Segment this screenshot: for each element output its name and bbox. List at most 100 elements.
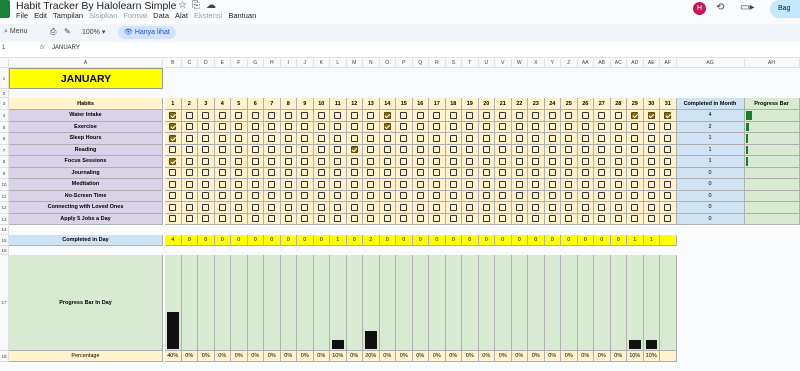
checkbox-unchecked[interactable] bbox=[235, 203, 243, 211]
checkbox-unchecked[interactable] bbox=[449, 180, 457, 188]
checkbox-unchecked[interactable] bbox=[598, 157, 606, 165]
checkbox-unchecked[interactable] bbox=[515, 215, 523, 223]
checkbox-unchecked[interactable] bbox=[532, 192, 540, 200]
checkbox-unchecked[interactable] bbox=[499, 134, 507, 142]
menu-item-sisipkan[interactable]: Sisipkan bbox=[89, 11, 117, 20]
checkbox-unchecked[interactable] bbox=[367, 134, 375, 142]
checkbox-unchecked[interactable] bbox=[383, 134, 391, 142]
move-folder-icon[interactable]: ⎘ bbox=[192, 0, 200, 11]
checkbox-unchecked[interactable] bbox=[482, 203, 490, 211]
view-only-button[interactable]: 👁 Hanya lihat bbox=[118, 26, 176, 39]
checkbox-unchecked[interactable] bbox=[565, 111, 573, 119]
checkbox-unchecked[interactable] bbox=[251, 111, 259, 119]
checkbox-unchecked[interactable] bbox=[185, 111, 193, 119]
checkbox-unchecked[interactable] bbox=[367, 215, 375, 223]
checkbox-unchecked[interactable] bbox=[301, 157, 309, 165]
checkbox-unchecked[interactable] bbox=[664, 215, 672, 223]
checkbox-unchecked[interactable] bbox=[433, 169, 441, 177]
checkbox-unchecked[interactable] bbox=[631, 157, 639, 165]
menu-item-file[interactable]: File bbox=[16, 11, 28, 20]
checkbox-unchecked[interactable] bbox=[202, 169, 210, 177]
checkbox-unchecked[interactable] bbox=[218, 215, 226, 223]
checkbox-unchecked[interactable] bbox=[301, 180, 309, 188]
checkbox-unchecked[interactable] bbox=[466, 146, 474, 154]
checkbox-checked[interactable] bbox=[631, 111, 639, 119]
column-header[interactable]: M bbox=[346, 59, 363, 68]
checkbox-unchecked[interactable] bbox=[499, 123, 507, 131]
checkbox-unchecked[interactable] bbox=[416, 157, 424, 165]
checkbox-checked[interactable] bbox=[383, 123, 391, 131]
checkbox-unchecked[interactable] bbox=[334, 157, 342, 165]
checkbox-unchecked[interactable] bbox=[482, 134, 490, 142]
checkbox-checked[interactable] bbox=[664, 111, 672, 119]
checkbox-unchecked[interactable] bbox=[614, 111, 622, 119]
checkbox-unchecked[interactable] bbox=[185, 123, 193, 131]
checkbox-unchecked[interactable] bbox=[482, 123, 490, 131]
checkbox-unchecked[interactable] bbox=[383, 215, 391, 223]
checkbox-unchecked[interactable] bbox=[251, 146, 259, 154]
checkbox-unchecked[interactable] bbox=[581, 203, 589, 211]
checkbox-unchecked[interactable] bbox=[449, 123, 457, 131]
checkbox-unchecked[interactable] bbox=[317, 123, 325, 131]
checkbox-unchecked[interactable] bbox=[466, 180, 474, 188]
checkbox-unchecked[interactable] bbox=[449, 203, 457, 211]
row-header[interactable]: 2 bbox=[0, 89, 9, 98]
checkbox-unchecked[interactable] bbox=[367, 192, 375, 200]
checkbox-unchecked[interactable] bbox=[185, 169, 193, 177]
column-header[interactable]: J bbox=[297, 59, 314, 68]
checkbox-unchecked[interactable] bbox=[515, 111, 523, 119]
checkbox-unchecked[interactable] bbox=[334, 169, 342, 177]
checkbox-unchecked[interactable] bbox=[218, 169, 226, 177]
row-header[interactable]: 17 bbox=[0, 255, 9, 351]
checkbox-unchecked[interactable] bbox=[565, 180, 573, 188]
checkbox-unchecked[interactable] bbox=[548, 192, 556, 200]
checkbox-unchecked[interactable] bbox=[647, 180, 655, 188]
checkbox-unchecked[interactable] bbox=[565, 134, 573, 142]
zoom-select[interactable]: 100% ▾ bbox=[82, 28, 105, 36]
checkbox-unchecked[interactable] bbox=[301, 169, 309, 177]
checkbox-unchecked[interactable] bbox=[284, 192, 292, 200]
checkbox-checked[interactable] bbox=[647, 111, 655, 119]
checkbox-unchecked[interactable] bbox=[449, 146, 457, 154]
menu-item-tampilan[interactable]: Tampilan bbox=[53, 11, 83, 20]
checkbox-unchecked[interactable] bbox=[499, 215, 507, 223]
checkbox-unchecked[interactable] bbox=[532, 215, 540, 223]
column-header[interactable]: H bbox=[264, 59, 281, 68]
checkbox-unchecked[interactable] bbox=[515, 192, 523, 200]
checkbox-unchecked[interactable] bbox=[433, 180, 441, 188]
checkbox-unchecked[interactable] bbox=[400, 157, 408, 165]
checkbox-unchecked[interactable] bbox=[565, 146, 573, 154]
checkbox-unchecked[interactable] bbox=[647, 192, 655, 200]
column-header[interactable]: T bbox=[462, 59, 479, 68]
checkbox-unchecked[interactable] bbox=[482, 215, 490, 223]
checkbox-unchecked[interactable] bbox=[664, 157, 672, 165]
checkbox-unchecked[interactable] bbox=[251, 169, 259, 177]
column-header-a[interactable]: A bbox=[9, 59, 163, 68]
checkbox-unchecked[interactable] bbox=[251, 203, 259, 211]
checkbox-unchecked[interactable] bbox=[433, 123, 441, 131]
column-header[interactable]: K bbox=[313, 59, 330, 68]
row-header[interactable]: 7 bbox=[0, 144, 9, 156]
row-header[interactable]: 10 bbox=[0, 179, 9, 191]
menu-item-bantuan[interactable]: Bantuan bbox=[228, 11, 256, 20]
checkbox-unchecked[interactable] bbox=[367, 203, 375, 211]
column-header[interactable]: N bbox=[363, 59, 380, 68]
checkbox-unchecked[interactable] bbox=[532, 146, 540, 154]
checkbox-unchecked[interactable] bbox=[499, 192, 507, 200]
checkbox-unchecked[interactable] bbox=[499, 157, 507, 165]
checkbox-unchecked[interactable] bbox=[367, 111, 375, 119]
checkbox-unchecked[interactable] bbox=[235, 123, 243, 131]
checkbox-unchecked[interactable] bbox=[598, 180, 606, 188]
row-header[interactable]: 1 bbox=[0, 68, 9, 89]
checkbox-unchecked[interactable] bbox=[565, 192, 573, 200]
checkbox-unchecked[interactable] bbox=[499, 169, 507, 177]
checkbox-unchecked[interactable] bbox=[647, 146, 655, 154]
checkbox-unchecked[interactable] bbox=[317, 169, 325, 177]
menu-item-edit[interactable]: Edit bbox=[34, 11, 47, 20]
checkbox-unchecked[interactable] bbox=[251, 134, 259, 142]
row-header[interactable]: 13 bbox=[0, 213, 9, 225]
checkbox-unchecked[interactable] bbox=[416, 134, 424, 142]
checkbox-unchecked[interactable] bbox=[284, 146, 292, 154]
checkbox-unchecked[interactable] bbox=[416, 146, 424, 154]
column-header-ah[interactable]: AH bbox=[744, 59, 800, 68]
